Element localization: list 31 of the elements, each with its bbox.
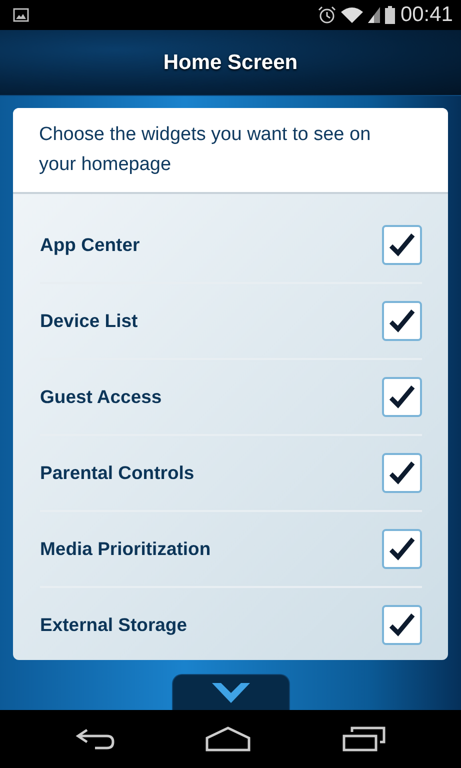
check-icon [388, 612, 416, 638]
battery-icon [385, 6, 396, 24]
widget-label: External Storage [40, 614, 188, 636]
screen-title: Home Screen [163, 50, 298, 74]
checkbox[interactable] [382, 301, 422, 341]
instruction-text: Choose the widgets you want to see on your homepage [39, 123, 372, 177]
wifi-icon [341, 7, 364, 23]
widget-label: Media Prioritization [40, 538, 211, 560]
chevron-down-icon [212, 683, 250, 703]
check-icon [388, 460, 416, 486]
widget-label: Parental Controls [40, 462, 194, 484]
checkbox[interactable] [382, 225, 422, 265]
checkbox[interactable] [382, 605, 422, 645]
widget-label: Device List [40, 310, 138, 332]
widget-label: App Center [40, 234, 140, 256]
clock-time: 00:41 [400, 3, 453, 27]
checkbox[interactable] [382, 377, 422, 417]
check-icon [388, 308, 416, 334]
home-icon[interactable] [205, 726, 252, 752]
checkbox[interactable] [382, 453, 422, 493]
back-icon[interactable] [75, 727, 116, 751]
checkbox[interactable] [382, 529, 422, 569]
expand-tab[interactable] [172, 674, 290, 710]
check-icon [388, 536, 416, 562]
signal-icon [368, 7, 380, 23]
recent-apps-icon[interactable] [342, 726, 386, 752]
alarm-icon [318, 6, 336, 24]
check-icon [388, 232, 416, 258]
image-icon [13, 8, 29, 22]
widget-label: Guest Access [40, 386, 162, 408]
check-icon [388, 384, 416, 410]
